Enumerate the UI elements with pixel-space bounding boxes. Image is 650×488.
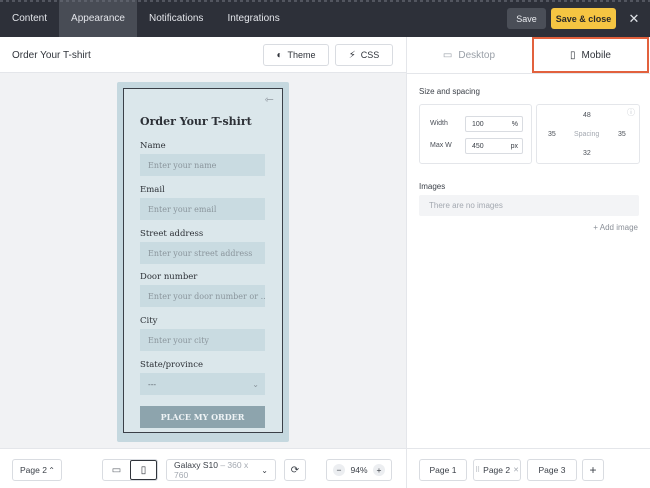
email-input[interactable]: Enter your email (140, 198, 265, 220)
street-input[interactable]: Enter your street address (140, 242, 265, 264)
city-input[interactable]: Enter your city (140, 329, 265, 351)
top-actions: Save Save & close ✕ (507, 0, 650, 37)
tab-mobile[interactable]: ▯ Mobile (532, 37, 649, 73)
device-select-label: Galaxy S10 – 360 x 760 (174, 460, 261, 480)
save-button[interactable]: Save (507, 8, 546, 29)
chevron-down-icon: ⌄ (252, 379, 259, 389)
chevron-up-icon: ⌃ (48, 465, 55, 475)
close-icon[interactable]: ✕ (513, 466, 519, 474)
zoom-in-icon[interactable]: + (372, 464, 385, 476)
page-tab-2-label: Page 2 (483, 465, 511, 475)
preview-toolbar: Page 2 ⌃ ▭ ▯ Galaxy S10 – 360 x 760 ⌄ ⟳ … (0, 448, 406, 488)
max-width-value: 450 (472, 142, 484, 150)
tab-desktop[interactable]: ▭ Desktop (407, 37, 531, 73)
field-label-door: Door number (140, 272, 198, 282)
theme-button-label: Theme (287, 50, 316, 60)
top-bar: Content Appearance Notifications Integra… (0, 0, 650, 37)
spacing-right[interactable]: 35 (618, 131, 626, 138)
form-preview[interactable]: ⇽ Order Your T-shirt Name Enter your nam… (123, 88, 283, 433)
device-select[interactable]: Galaxy S10 – 360 x 760 ⌄ (166, 459, 276, 481)
form-name: Order Your T-shirt (12, 50, 91, 61)
zoom-control: − 94% + (326, 459, 392, 481)
css-button[interactable]: ⚡ CSS (335, 44, 393, 66)
name-input[interactable]: Enter your name (140, 154, 265, 176)
size-box: Width 100 % Max W 450 px (419, 104, 532, 164)
spacing-box: ⓘ 48 35 Spacing 35 32 (536, 104, 640, 164)
page-tab-3[interactable]: Page 3 (527, 459, 577, 481)
device-toggle: ▭ ▯ (102, 459, 158, 481)
page-tab-2[interactable]: ⠿ Page 2 ✕ (473, 459, 521, 481)
page-tab-1[interactable]: Page 1 (419, 459, 467, 481)
device-name: Galaxy S10 (174, 460, 218, 470)
width-value: 100 (472, 120, 484, 128)
tab-content[interactable]: Content (0, 0, 59, 37)
desktop-icon: ▭ (442, 49, 453, 61)
spacing-top[interactable]: 48 (583, 112, 591, 119)
max-width-input[interactable]: 450 px (465, 138, 523, 154)
spacing-left[interactable]: 35 (548, 131, 556, 138)
tab-desktop-label: Desktop (458, 49, 496, 61)
page-select[interactable]: Page 2 ⌃ (12, 459, 62, 481)
add-image-link[interactable]: + Add image (593, 223, 638, 232)
info-icon: ⓘ (627, 108, 635, 117)
place-order-button[interactable]: PLACE MY ORDER (140, 406, 265, 428)
divider (407, 73, 650, 74)
preview-area: Order Your T-shirt ◐ Theme ⚡ CSS ⇽ Order… (0, 37, 406, 488)
state-select[interactable]: --- ⌄ (140, 373, 265, 395)
images-empty-state: There are no images (419, 195, 639, 216)
mobile-icon[interactable]: ▯ (129, 460, 157, 480)
chevron-down-icon: ⌄ (261, 465, 268, 475)
field-label-name: Name (140, 141, 166, 151)
field-label-email: Email (140, 185, 165, 195)
zoom-out-icon[interactable]: − (333, 464, 345, 476)
mobile-icon: ▯ (570, 49, 576, 61)
page-tabs-bar: Page 1 ⠿ Page 2 ✕ Page 3 + (407, 448, 650, 488)
max-width-label: Max W (430, 142, 452, 149)
desktop-icon[interactable]: ▭ (103, 460, 130, 480)
images-heading: Images (419, 182, 446, 191)
preview-header: Order Your T-shirt ◐ Theme ⚡ CSS (0, 37, 406, 73)
max-width-unit: px (510, 142, 518, 150)
close-icon[interactable]: ✕ (625, 10, 643, 28)
mobile-preview-frame: ⇽ Order Your T-shirt Name Enter your nam… (117, 82, 289, 442)
css-button-label: CSS (360, 50, 380, 60)
page-select-value: Page 2 (20, 465, 47, 475)
drag-handle-icon[interactable]: ⠿ (475, 466, 480, 474)
spacing-label: Spacing (574, 131, 600, 138)
back-arrow-icon[interactable]: ⇽ (265, 93, 274, 106)
theme-button[interactable]: ◐ Theme (263, 44, 329, 66)
spacing-bottom[interactable]: 32 (583, 150, 591, 157)
size-spacing-heading: Size and spacing (419, 87, 480, 96)
form-title: Order Your T-shirt (140, 115, 252, 128)
state-select-value: --- (148, 379, 157, 389)
door-number-input[interactable]: Enter your door number or ... (140, 285, 265, 307)
settings-panel: ▭ Desktop ▯ Mobile Size and spacing Widt… (406, 37, 650, 488)
zoom-level: 94% (350, 465, 368, 475)
save-close-button[interactable]: Save & close (551, 8, 616, 29)
tab-notifications[interactable]: Notifications (137, 0, 215, 37)
contrast-icon: ◐ (276, 49, 283, 61)
field-label-street: Street address (140, 229, 204, 239)
lightning-icon: ⚡ (348, 49, 356, 61)
rotate-icon[interactable]: ⟳ (284, 459, 306, 481)
tab-mobile-label: Mobile (581, 49, 611, 61)
width-unit: % (511, 120, 518, 128)
tab-integrations[interactable]: Integrations (215, 0, 291, 37)
width-label: Width (430, 120, 448, 127)
width-input[interactable]: 100 % (465, 116, 523, 132)
field-label-city: City (140, 316, 158, 326)
field-label-state: State/province (140, 360, 204, 370)
tab-appearance[interactable]: Appearance (59, 0, 137, 37)
add-page-icon[interactable]: + (582, 459, 604, 481)
